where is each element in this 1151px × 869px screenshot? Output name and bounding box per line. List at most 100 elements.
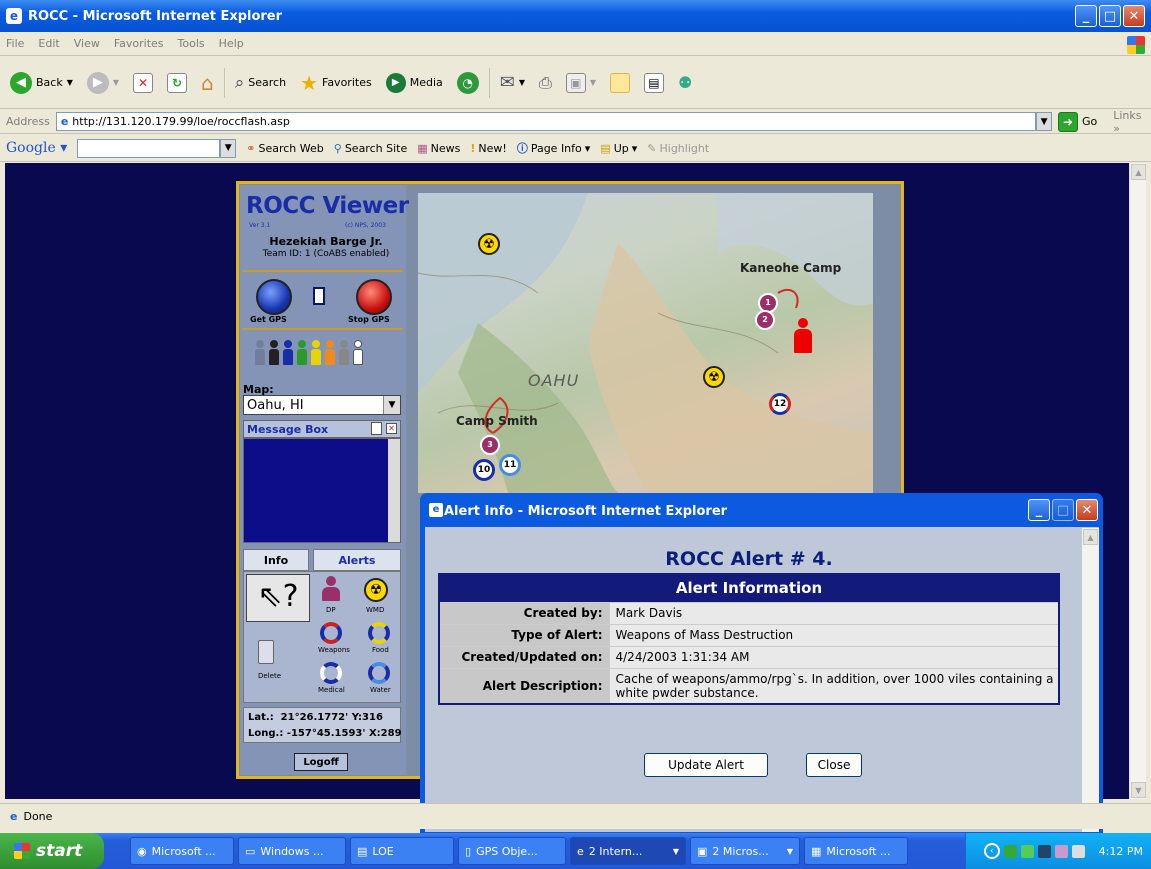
marker-12[interactable]: 12 — [769, 393, 791, 415]
update-alert-button[interactable]: Update Alert — [644, 753, 768, 777]
highlight-button[interactable]: ✎ Highlight — [647, 142, 709, 155]
tray-icon[interactable] — [1037, 844, 1051, 858]
person-icon[interactable] — [255, 340, 265, 366]
alert-scrollbar[interactable]: ▲ — [1082, 528, 1099, 832]
chevron-left-icon[interactable]: ‹ — [983, 843, 1000, 859]
taskbar-item[interactable]: ▭ Windows ... — [238, 837, 346, 865]
person-black-icon[interactable] — [269, 340, 279, 366]
person-yellow-icon[interactable] — [311, 340, 321, 366]
google-dropdown[interactable]: ▼ — [220, 138, 237, 158]
close-icon[interactable]: ✕ — [386, 423, 397, 434]
go-button[interactable]: ➜ Go — [1057, 111, 1097, 132]
taskbar-item[interactable]: ◉ Microsoft ... — [130, 837, 234, 865]
up-button[interactable]: ▤ Up ▾ — [600, 142, 637, 155]
news-button[interactable]: ▦ News — [417, 142, 460, 155]
links-button[interactable]: Links » — [1113, 109, 1151, 135]
marker-11[interactable]: 11 — [499, 454, 521, 476]
page-scrollbar[interactable]: ▲ ▼ — [1129, 163, 1146, 799]
person-white-icon[interactable] — [353, 340, 363, 366]
scroll-down-button[interactable]: ▼ — [1131, 782, 1146, 798]
research-button[interactable]: ▤ — [640, 66, 668, 100]
scroll-up-button[interactable]: ▲ — [1131, 164, 1146, 180]
info-cursor-icon[interactable]: ⇖? — [246, 574, 310, 622]
alert-maximize-button[interactable]: □ — [1052, 499, 1074, 521]
close-button[interactable]: ✕ — [1123, 5, 1145, 27]
taskbar-item[interactable]: e2 Intern... ▼ — [570, 837, 686, 865]
back-button[interactable]: ◀ Back ▼ — [6, 66, 77, 100]
alert-minimize-button[interactable]: _ — [1028, 499, 1050, 521]
alert-window-title[interactable]: Alert Info - Microsoft Internet Explorer — [424, 498, 1099, 524]
logoff-button[interactable]: Logoff — [294, 753, 348, 771]
menu-tools[interactable]: Tools — [178, 37, 205, 50]
window-titlebar[interactable]: e ROCC - Microsoft Internet Explorer _ □… — [0, 0, 1151, 32]
tray-icon[interactable] — [1020, 844, 1034, 858]
google-brand[interactable]: Google ▾ — [6, 140, 67, 156]
tray-icon[interactable] — [1054, 844, 1068, 858]
taskbar-item[interactable]: ▤ LOE — [350, 837, 454, 865]
food-ring-icon[interactable] — [368, 622, 390, 644]
get-gps-button[interactable] — [256, 279, 292, 315]
stop-button[interactable]: ✕ — [129, 66, 157, 100]
mail-button[interactable]: ✉ ▼ — [496, 66, 529, 100]
taskbar-item[interactable]: ▯ GPS Obje... — [458, 837, 566, 865]
medical-ring-icon[interactable] — [320, 662, 342, 684]
address-input[interactable]: e http://131.120.179.99/loe/roccflash.as… — [55, 112, 1037, 131]
message-scrollbar[interactable] — [388, 439, 400, 542]
address-dropdown[interactable]: ▼ — [1036, 112, 1052, 131]
stop-gps-button[interactable] — [356, 279, 392, 315]
dp-marker-3[interactable]: 3 — [480, 435, 500, 455]
network-icon[interactable] — [1003, 844, 1017, 858]
taskbar-item[interactable]: ▣ 2 Micros... ▼ — [690, 837, 800, 865]
volume-icon[interactable] — [1071, 844, 1085, 858]
person-green-icon[interactable] — [297, 340, 307, 366]
start-button[interactable]: start — [0, 833, 104, 869]
minimize-button[interactable]: _ — [1075, 5, 1097, 27]
notepad-icon[interactable] — [371, 422, 382, 435]
person-orange-icon[interactable] — [325, 340, 335, 366]
tab-alerts[interactable]: Alerts — [313, 549, 401, 571]
page-info-button[interactable]: ⓘ Page Info ▾ — [517, 140, 590, 156]
wmd-marker-icon[interactable]: ☢ — [703, 366, 725, 388]
red-person-marker-icon[interactable] — [794, 318, 812, 354]
tab-info[interactable]: Info — [243, 549, 309, 571]
dp-person-icon[interactable] — [322, 576, 340, 602]
wmd-marker-icon[interactable]: ☢ — [478, 233, 500, 255]
water-ring-icon[interactable] — [368, 662, 390, 684]
dp-marker-2[interactable]: 2 — [755, 310, 775, 330]
menu-file[interactable]: File — [6, 37, 24, 50]
search-web-button[interactable]: ⚭ Search Web — [246, 142, 324, 155]
maximize-button[interactable]: □ — [1099, 5, 1121, 27]
clock[interactable]: 4:12 PM — [1099, 845, 1143, 858]
favorites-button[interactable]: ★ Favorites — [296, 66, 376, 100]
edit-button[interactable]: ▣ ▼ — [562, 66, 600, 100]
refresh-button[interactable]: ↻ — [163, 66, 191, 100]
map-select[interactable]: Oahu, HI ▼ — [243, 395, 401, 415]
forward-button[interactable]: ▶ ▼ — [83, 66, 123, 100]
person-blue-icon[interactable] — [283, 340, 293, 366]
search-button[interactable]: ⌕ Search — [231, 66, 290, 100]
message-box[interactable] — [243, 438, 401, 543]
marker-10[interactable]: 10 — [473, 459, 495, 481]
topographic-map[interactable]: Kaneohe Camp OAHU Camp Smith ☢ ☢ 1 2 3 1… — [418, 193, 873, 493]
menu-edit[interactable]: Edit — [38, 37, 59, 50]
trash-can-icon[interactable] — [258, 640, 274, 664]
close-alert-button[interactable]: Close — [806, 753, 862, 777]
weapons-ring-icon[interactable] — [320, 622, 342, 644]
new-button[interactable]: ! New! — [470, 142, 506, 155]
scroll-up-button[interactable]: ▲ — [1083, 529, 1098, 545]
search-site-button[interactable]: ⚲ Search Site — [334, 142, 407, 155]
menu-favorites[interactable]: Favorites — [114, 37, 164, 50]
alert-close-button[interactable]: ✕ — [1076, 499, 1098, 521]
taskbar-item[interactable]: ▦ Microsoft ... — [804, 837, 908, 865]
discuss-button[interactable] — [606, 66, 634, 100]
home-button[interactable]: ⌂ — [197, 66, 218, 100]
history-button[interactable]: ◔ — [453, 66, 483, 100]
messenger-button[interactable]: ⚉ — [674, 66, 696, 100]
menu-view[interactable]: View — [74, 37, 100, 50]
media-button[interactable]: ▶ Media — [382, 66, 447, 100]
person-gray-icon[interactable] — [339, 340, 349, 366]
wmd-radiation-icon[interactable]: ☢ — [364, 578, 388, 602]
menu-help[interactable]: Help — [219, 37, 244, 50]
print-button[interactable]: ⎙ — [535, 66, 556, 100]
google-search-input[interactable] — [77, 138, 221, 158]
